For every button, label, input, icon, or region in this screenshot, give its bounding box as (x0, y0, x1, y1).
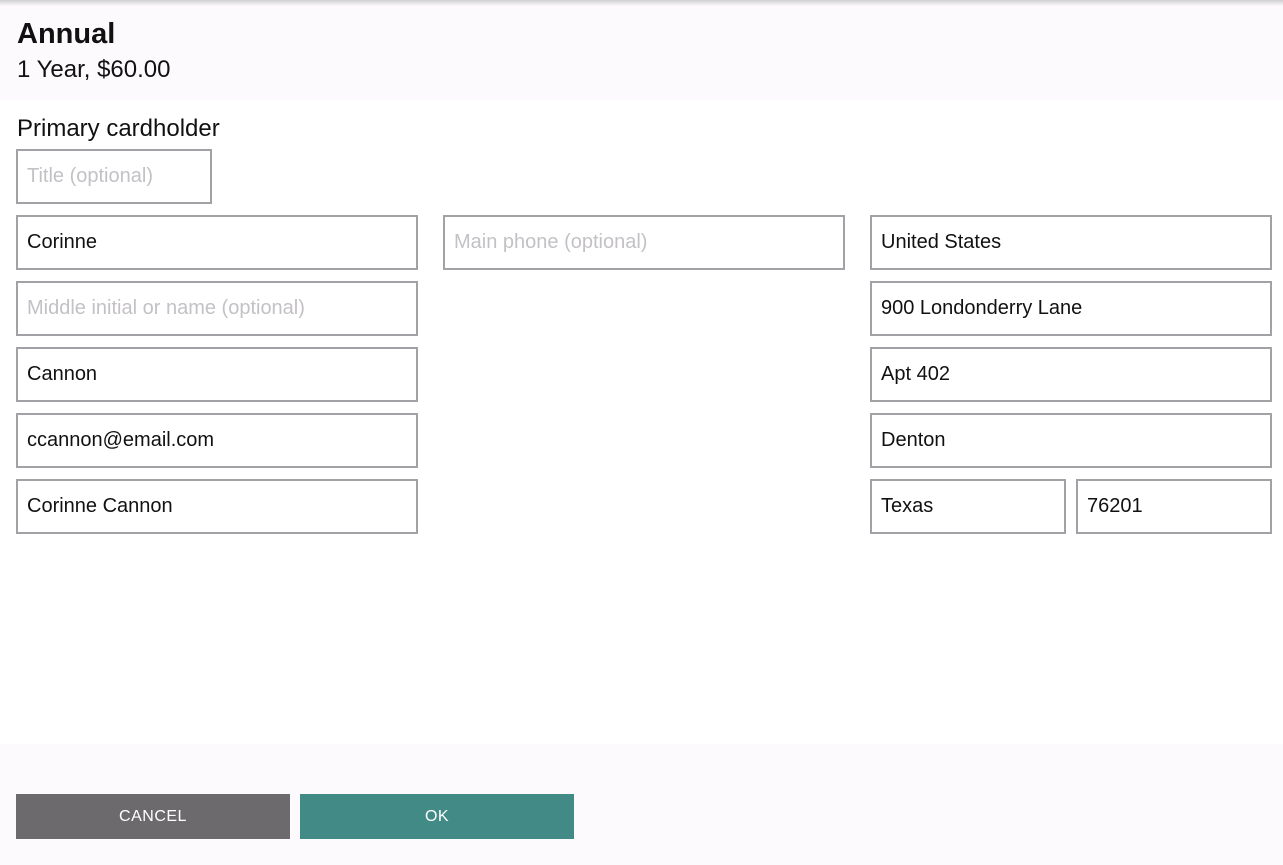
plan-header: Annual 1 Year, $60.00 (0, 0, 1283, 100)
top-shadow (0, 0, 1283, 6)
ok-button[interactable]: OK (300, 794, 574, 839)
state-input[interactable] (870, 479, 1066, 534)
plan-price: 1 Year, $60.00 (17, 56, 171, 83)
main-phone-input[interactable] (443, 215, 845, 270)
cardholder-name-input[interactable] (16, 479, 418, 534)
zip-input[interactable] (1076, 479, 1272, 534)
address-line1-input[interactable] (870, 281, 1272, 336)
plan-name: Annual (17, 18, 116, 50)
last-name-input[interactable] (16, 347, 418, 402)
section-title: Primary cardholder (17, 115, 220, 142)
cardholder-form-page: Annual 1 Year, $60.00 Primary cardholder… (0, 0, 1283, 865)
city-input[interactable] (870, 413, 1272, 468)
middle-name-input[interactable] (16, 281, 418, 336)
first-name-input[interactable] (16, 215, 418, 270)
address-line2-input[interactable] (870, 347, 1272, 402)
email-input[interactable] (16, 413, 418, 468)
cancel-button[interactable]: CANCEL (16, 794, 290, 839)
country-input[interactable] (870, 215, 1272, 270)
title-input[interactable] (16, 149, 212, 204)
